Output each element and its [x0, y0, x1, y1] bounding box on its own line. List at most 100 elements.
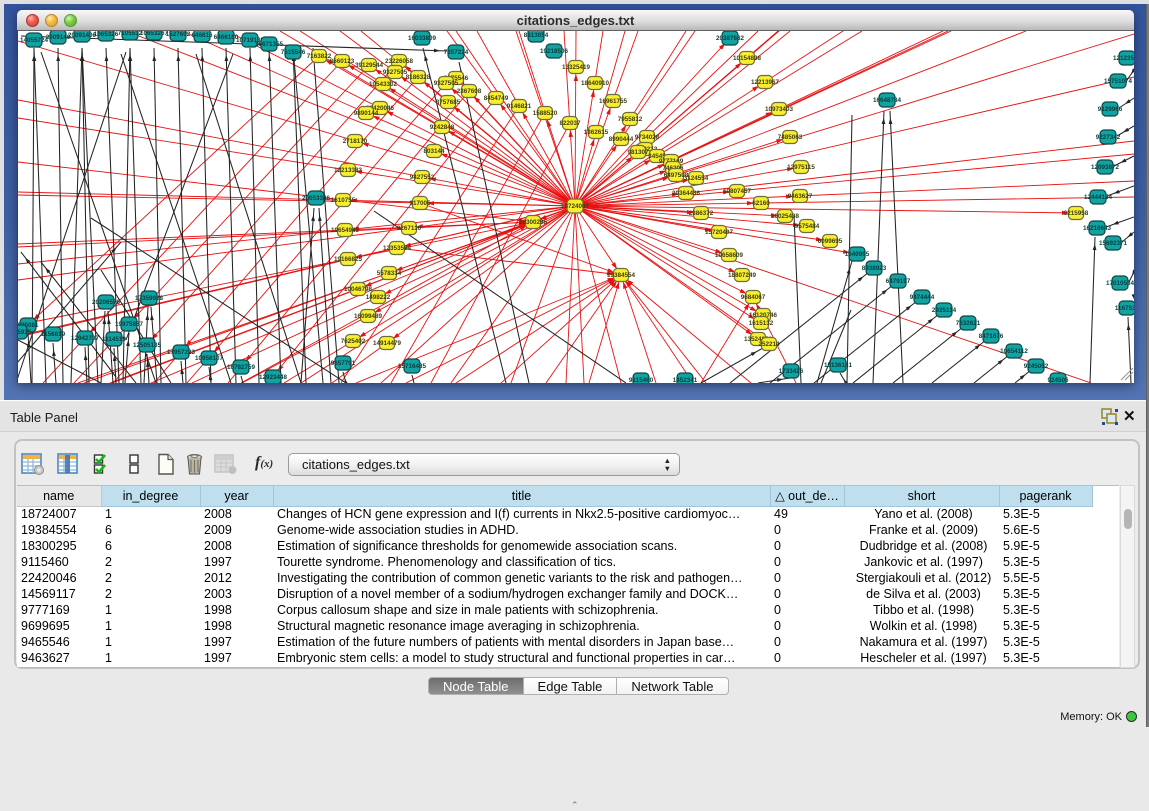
svg-text:20091406: 20091406	[68, 32, 97, 39]
svg-text:23226058: 23226058	[385, 58, 414, 65]
svg-text:2386372: 2386372	[689, 210, 714, 217]
svg-text:13325419: 13325419	[562, 64, 591, 71]
svg-text:252214: 252214	[758, 341, 780, 348]
svg-text:924506: 924506	[1047, 377, 1069, 383]
svg-text:19975867: 19975867	[115, 321, 144, 328]
svg-text:19166825: 19166825	[334, 256, 363, 263]
svg-text:17957223: 17957223	[167, 349, 196, 356]
svg-text:20206576: 20206576	[92, 299, 121, 306]
svg-text:9474444: 9474444	[910, 294, 935, 301]
svg-text:16961755: 16961755	[599, 98, 628, 105]
svg-text:18640910: 18640910	[581, 80, 610, 87]
svg-text:20364436: 20364436	[672, 190, 701, 197]
svg-text:8813054: 8813054	[524, 32, 549, 39]
svg-text:7485063: 7485063	[778, 134, 803, 141]
svg-text:10658609: 10658609	[715, 252, 744, 259]
svg-text:10654112: 10654112	[1000, 348, 1028, 355]
svg-text:20387682: 20387682	[716, 35, 745, 42]
svg-text:9129966: 9129966	[1098, 106, 1123, 113]
svg-text:19218506: 19218506	[540, 48, 569, 55]
svg-text:3124554: 3124554	[684, 175, 709, 182]
svg-text:16033809: 16033809	[408, 35, 437, 42]
svg-text:803144: 803144	[423, 148, 445, 155]
svg-text:10025438: 10025438	[771, 213, 800, 220]
svg-text:18300295: 18300295	[519, 219, 548, 226]
svg-text:1167533: 1167533	[1115, 305, 1134, 312]
svg-text:12213967: 12213967	[751, 79, 780, 86]
svg-text:12123560: 12123560	[1113, 55, 1134, 62]
svg-text:9575484: 9575484	[795, 223, 820, 230]
svg-text:1640995: 1640995	[845, 251, 870, 258]
svg-text:12093872: 12093872	[1091, 164, 1120, 171]
svg-text:14914479: 14914479	[373, 340, 402, 347]
svg-text:3915935: 3915935	[18, 329, 32, 336]
svg-text:8938923: 8938923	[862, 265, 887, 272]
svg-text:981307: 981307	[627, 149, 649, 156]
svg-text:7955812: 7955812	[618, 116, 643, 123]
svg-text:10807457: 10807457	[723, 188, 752, 195]
svg-text:9327505: 9327505	[434, 80, 459, 87]
svg-text:1156819: 1156819	[41, 331, 66, 338]
svg-text:1588520: 1588520	[533, 110, 558, 117]
svg-text:9463627: 9463627	[788, 193, 813, 200]
svg-text:12923448: 12923448	[259, 374, 288, 381]
svg-text:8186328: 8186328	[406, 74, 431, 81]
svg-text:9115460: 9115460	[629, 377, 654, 383]
svg-text:3267110: 3267110	[397, 225, 422, 232]
svg-text:1065326: 1065326	[94, 31, 119, 38]
svg-text:9734028: 9734028	[635, 134, 660, 141]
svg-text:8990444: 8990444	[609, 136, 634, 143]
svg-text:10543302: 10543302	[369, 81, 398, 88]
svg-text:7515546: 7515546	[281, 49, 306, 56]
svg-text:12444154: 12444154	[1084, 194, 1113, 201]
svg-text:6479197: 6479197	[886, 278, 911, 285]
svg-text:16648784: 16648784	[873, 97, 902, 104]
svg-text:12505135: 12505135	[133, 342, 162, 349]
svg-text:1615132: 1615132	[749, 320, 774, 327]
svg-text:12975115: 12975115	[787, 164, 815, 171]
svg-text:1114519: 1114519	[102, 336, 126, 343]
svg-text:9427552: 9427552	[410, 174, 435, 181]
svg-text:7632621: 7632621	[956, 320, 981, 327]
svg-text:1362615: 1362615	[584, 129, 609, 136]
svg-text:39129544: 39129544	[355, 62, 384, 69]
svg-text:9684067: 9684067	[741, 294, 766, 301]
svg-text:2935114: 2935114	[932, 307, 957, 314]
svg-text:15716485: 15716485	[398, 363, 427, 370]
svg-text:12942737: 12942737	[71, 335, 100, 342]
svg-text:9657791: 9657791	[331, 360, 356, 367]
svg-text:12353594: 12353594	[383, 245, 412, 252]
svg-text:8454749: 8454749	[484, 95, 509, 102]
svg-text:1733426: 1733426	[779, 368, 804, 375]
svg-text:646616: 646616	[191, 32, 213, 39]
svg-text:917005: 917005	[409, 200, 431, 207]
svg-text:10653267: 10653267	[140, 31, 169, 37]
svg-text:10973403: 10973403	[765, 106, 794, 113]
svg-text:9245052: 9245052	[1024, 363, 1049, 370]
svg-text:12213383: 12213383	[334, 167, 363, 174]
svg-text:2367608: 2367608	[457, 88, 482, 95]
svg-text:16210643: 16210643	[1083, 225, 1112, 232]
svg-text:15751074: 15751074	[1104, 78, 1133, 85]
svg-text:10154838: 10154838	[733, 55, 762, 62]
svg-text:7357224: 7357224	[444, 49, 469, 56]
svg-text:7625402: 7625402	[341, 338, 366, 345]
svg-text:1498222: 1498222	[366, 294, 391, 301]
svg-text:19384554: 19384554	[607, 272, 636, 279]
svg-text:18807249: 18807249	[728, 272, 757, 279]
svg-text:16099489: 16099489	[354, 313, 383, 320]
svg-text:6099695: 6099695	[818, 238, 843, 245]
svg-text:1610755: 1610755	[331, 197, 356, 204]
svg-text:16671355: 16671355	[255, 41, 284, 48]
svg-text:5578334: 5578334	[377, 270, 402, 277]
svg-text:9890144: 9890144	[354, 110, 379, 117]
svg-text:8660123: 8660123	[330, 58, 355, 65]
svg-text:9227342: 9227342	[1096, 134, 1121, 141]
svg-text:8757685: 8757685	[436, 99, 461, 106]
svg-text:15692371: 15692371	[1099, 240, 1128, 247]
svg-text:15136141: 15136141	[824, 362, 853, 369]
svg-text:7163822: 7163822	[307, 53, 332, 60]
svg-text:822037: 822037	[559, 120, 581, 127]
svg-text:14055724: 14055724	[20, 37, 49, 44]
svg-text:62160: 62160	[752, 200, 770, 207]
